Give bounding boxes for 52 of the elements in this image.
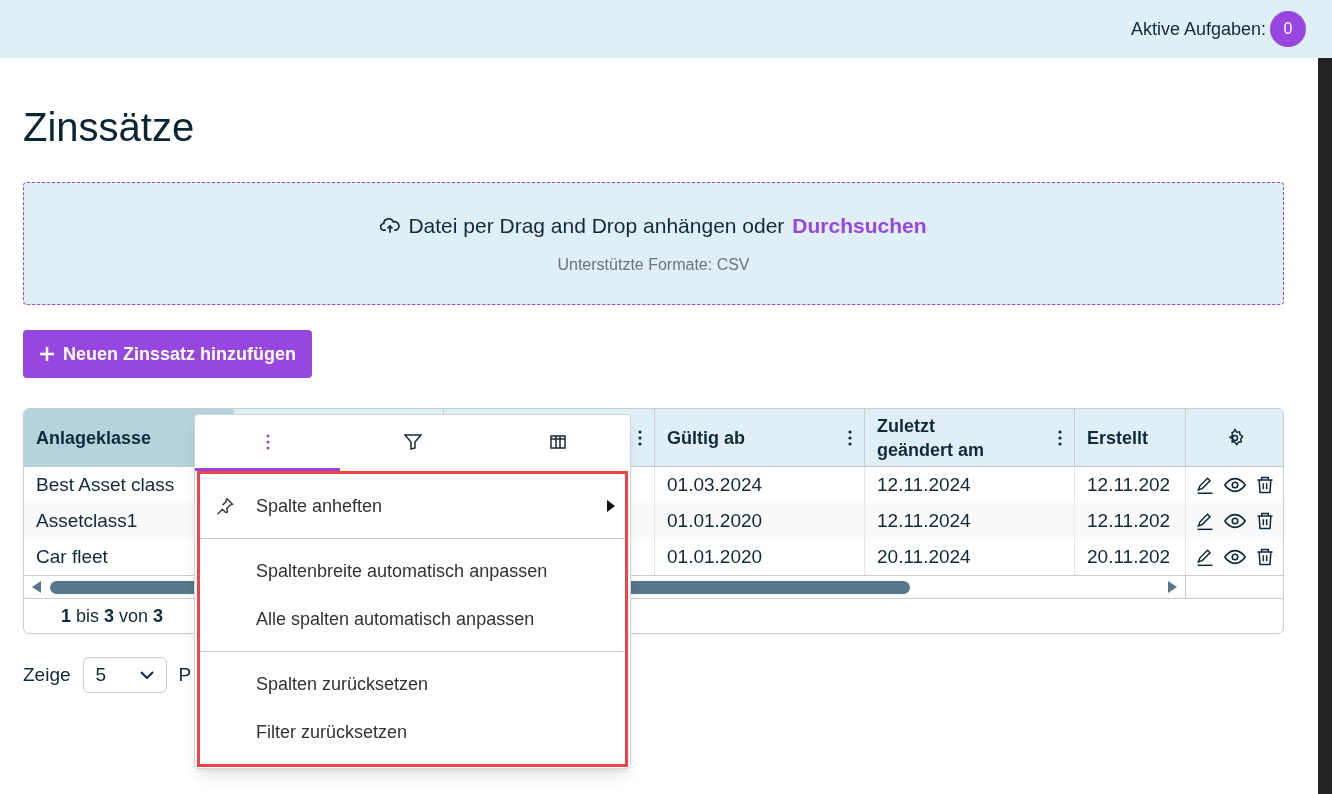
- plus-icon: [39, 346, 55, 362]
- scroll-right-icon[interactable]: [1167, 581, 1177, 593]
- column-label: Erstellt: [1087, 426, 1149, 450]
- filter-icon: [403, 433, 422, 450]
- tasks-count-badge: 0: [1270, 11, 1306, 47]
- upload-dropzone[interactable]: Datei per Drag and Drop anhängen oder Durchsuchen Unterstützte Formate: CSV: [23, 182, 1284, 305]
- chevron-down-icon: [139, 671, 154, 679]
- table-cell-text: 12.11.202: [1087, 472, 1171, 497]
- column-label: Zuletzt geändert am: [877, 414, 986, 462]
- edit-icon[interactable]: [1194, 547, 1215, 567]
- menu-item[interactable]: Spalte anheften: [200, 482, 625, 530]
- columns-icon: [549, 434, 566, 449]
- upload-text: Datei per Drag and Drop anhängen oder: [408, 212, 785, 239]
- kebab-icon[interactable]: [848, 429, 852, 446]
- table-cell-text: 01.01.2020: [667, 544, 763, 569]
- table-cell-text: Car fleet: [36, 544, 108, 569]
- browse-link[interactable]: Durchsuchen: [792, 209, 927, 242]
- table-cell-text: 12.11.202: [1087, 508, 1171, 533]
- pagination-summary: 1 bis 3 von 3: [61, 604, 164, 628]
- menu-item[interactable]: Alle spalten automatisch anpassen: [200, 595, 625, 643]
- table-cell-text: 20.11.2024: [877, 544, 971, 569]
- table-cell-text: 01.03.2024: [667, 472, 763, 497]
- page-size-label: Zeige: [23, 662, 71, 687]
- page-size-select[interactable]: 5: [82, 657, 167, 693]
- edit-icon[interactable]: [1194, 475, 1215, 495]
- table-cell-text: Best Asset class: [36, 472, 175, 497]
- table-cell-text: Assetclass1: [36, 508, 138, 533]
- menu-item[interactable]: Spalten zurücksetzen: [200, 660, 625, 708]
- page-title: Zinssätze: [23, 104, 196, 151]
- edit-icon[interactable]: [1194, 511, 1215, 531]
- menu-item[interactable]: Filter zurücksetzen: [200, 708, 625, 756]
- view-icon[interactable]: [1223, 513, 1246, 529]
- submenu-arrow-icon: [607, 500, 615, 512]
- view-icon[interactable]: [1223, 477, 1246, 493]
- kebab-icon[interactable]: [1058, 429, 1062, 446]
- table-cell-text: 12.11.2024: [877, 508, 971, 533]
- table-cell-text: 12.11.2024: [877, 472, 971, 497]
- upload-hint: Unterstützte Formate: CSV: [557, 255, 750, 276]
- page-size-suffix: P: [178, 662, 192, 687]
- scroll-left-icon[interactable]: [32, 581, 42, 593]
- view-icon[interactable]: [1223, 549, 1246, 565]
- table-cell-text: 01.01.2020: [667, 508, 763, 533]
- add-rate-button[interactable]: Neuen Zinssatz hinzufügen: [23, 330, 312, 378]
- pin-icon: [215, 496, 235, 516]
- tasks-label: Aktive Aufgaben:: [1130, 17, 1266, 41]
- kebab-icon[interactable]: [638, 429, 642, 446]
- kebab-icon: [265, 433, 270, 450]
- column-label: Anlageklasse: [36, 426, 152, 450]
- column-label: Gültig ab: [667, 426, 745, 450]
- menu-item[interactable]: Spaltenbreite automatisch anpassen: [200, 547, 625, 595]
- upload-icon: [380, 216, 401, 235]
- table-cell-text: 20.11.202: [1087, 544, 1171, 569]
